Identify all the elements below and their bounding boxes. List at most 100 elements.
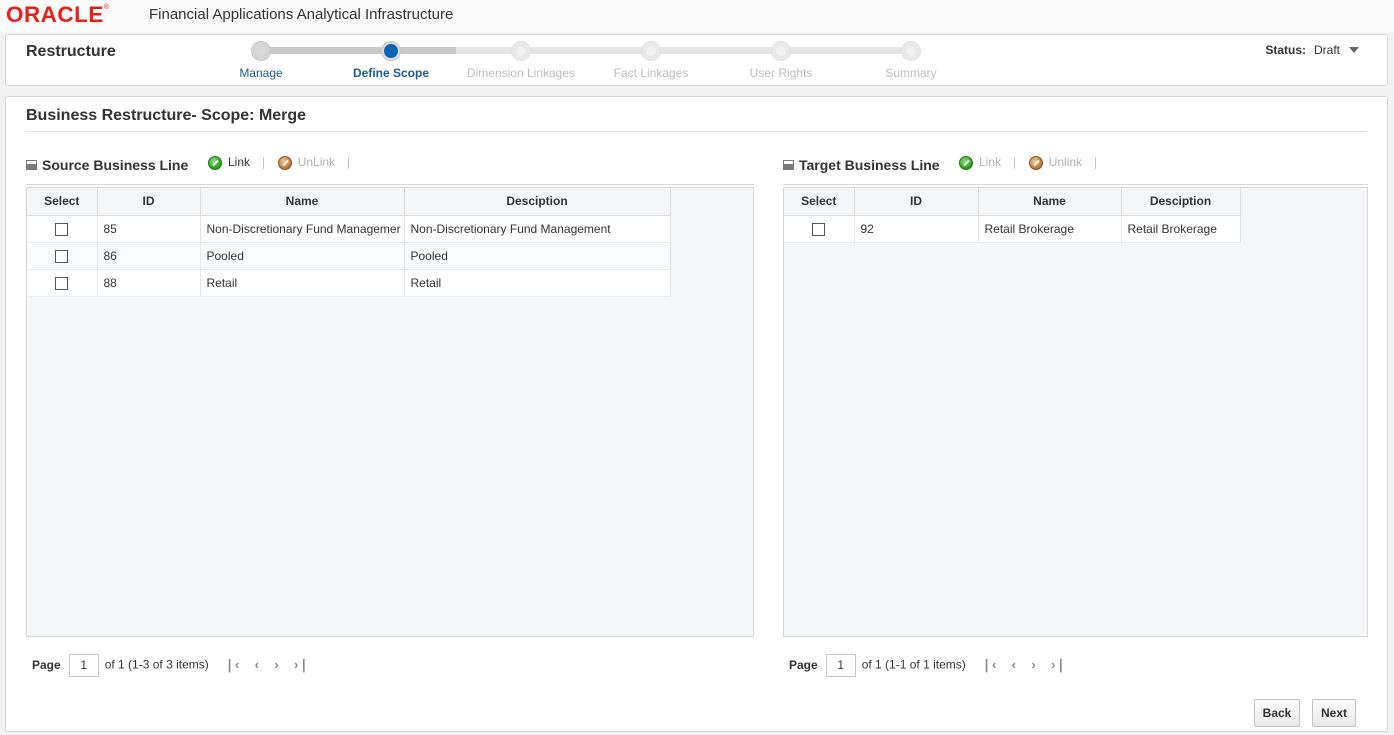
source-section-header[interactable]: Source Business Line bbox=[26, 157, 188, 173]
column-header-select: Select bbox=[27, 188, 98, 216]
train-title: Restructure bbox=[26, 43, 116, 60]
description-cell: Pooled bbox=[404, 242, 671, 270]
train-stop-summary bbox=[901, 41, 921, 61]
link-icon bbox=[208, 156, 222, 171]
select-cell bbox=[27, 242, 98, 270]
source-table: Select ID Name Desciption 85 Non-Discret… bbox=[26, 187, 754, 637]
divider bbox=[783, 184, 1368, 185]
column-header-name[interactable]: Name bbox=[200, 188, 405, 216]
table-header-row: Select ID Name Desciption bbox=[784, 188, 1241, 216]
id-cell: 88 bbox=[97, 269, 201, 297]
collapse-icon[interactable] bbox=[26, 160, 37, 171]
name-cell: Pooled bbox=[200, 242, 405, 270]
select-cell bbox=[784, 215, 855, 243]
source-pager: Page 1 of 1 (1-3 of 3 items) ❘‹ ‹ › ›❘ bbox=[32, 654, 309, 677]
page-number-input[interactable]: 1 bbox=[68, 654, 99, 677]
app-header: ORACLE® Financial Applications Analytica… bbox=[0, 0, 1394, 32]
train-stop-fact-linkages bbox=[641, 41, 661, 61]
source-section-title: Source Business Line bbox=[42, 157, 189, 173]
page-number-input[interactable]: 1 bbox=[825, 654, 856, 677]
app-title: Financial Applications Analytical Infras… bbox=[149, 6, 454, 23]
description-cell: Retail Brokerage bbox=[1121, 215, 1241, 243]
name-cell: Retail Brokerage bbox=[978, 215, 1122, 243]
oracle-logo: ORACLE® bbox=[6, 2, 110, 27]
status-value: Draft bbox=[1313, 43, 1340, 57]
table-header-row: Select ID Name Desciption bbox=[27, 188, 671, 216]
status-dropdown[interactable]: Status: Draft bbox=[1265, 43, 1359, 57]
target-pager: Page 1 of 1 (1-1 of 1 items) ❘‹ ‹ › ›❘ bbox=[789, 654, 1066, 677]
pager-items-text: (1-3 of 3 items) bbox=[128, 657, 209, 672]
table-row[interactable]: 85 Non-Discretionary Fund Managemer Non-… bbox=[27, 215, 671, 243]
id-cell: 86 bbox=[97, 242, 201, 270]
next-page-icon[interactable]: › bbox=[274, 657, 278, 672]
description-cell: Retail bbox=[404, 269, 671, 297]
column-header-description[interactable]: Desciption bbox=[1121, 188, 1241, 216]
divider bbox=[26, 131, 1367, 132]
page-title: Business Restructure- Scope: Merge bbox=[26, 107, 307, 124]
select-cell bbox=[27, 269, 98, 297]
table-row[interactable]: 92 Retail Brokerage Retail Brokerage bbox=[784, 215, 1241, 243]
row-checkbox[interactable] bbox=[55, 249, 69, 263]
next-button[interactable]: Next bbox=[1312, 699, 1356, 727]
id-cell: 92 bbox=[854, 215, 979, 243]
table-row[interactable]: 86 Pooled Pooled bbox=[27, 242, 671, 270]
first-page-icon[interactable]: ❘‹ bbox=[981, 657, 996, 673]
pager-label: Page bbox=[32, 657, 61, 672]
train-label-manage[interactable]: Manage bbox=[196, 66, 326, 80]
train-stop-define-scope[interactable] bbox=[381, 41, 401, 61]
train-track-done bbox=[261, 47, 456, 54]
last-page-icon[interactable]: ›❘ bbox=[294, 657, 309, 673]
row-checkbox[interactable] bbox=[55, 276, 69, 290]
train-stop-dimension-linkages bbox=[511, 41, 531, 61]
target-link-button[interactable]: Link bbox=[959, 155, 1001, 171]
unlink-icon bbox=[1028, 156, 1043, 171]
column-header-id[interactable]: ID bbox=[97, 188, 201, 216]
train-label-fact-linkages: Fact Linkages bbox=[613, 66, 689, 80]
train-panel: Restructure Manage Define Scope Dimensio… bbox=[5, 34, 1388, 86]
next-page-icon[interactable]: › bbox=[1031, 657, 1035, 672]
train-label-dimension-linkages: Dimension Linkages bbox=[466, 66, 576, 80]
chevron-down-icon[interactable] bbox=[1349, 46, 1359, 53]
table-row[interactable]: 88 Retail Retail bbox=[27, 269, 671, 297]
pager-items-text: (1-1 of 1 items) bbox=[885, 657, 966, 672]
toolbar-separator bbox=[1014, 156, 1016, 169]
target-unlink-button[interactable]: Unlink bbox=[1028, 155, 1082, 171]
column-header-name[interactable]: Name bbox=[978, 188, 1122, 216]
train-label-summary: Summary bbox=[885, 66, 937, 80]
name-cell: Non-Discretionary Fund Managemer bbox=[200, 215, 405, 243]
toolbar-separator bbox=[1095, 156, 1097, 169]
source-link-button[interactable]: Link bbox=[208, 155, 250, 171]
last-page-icon[interactable]: ›❘ bbox=[1051, 657, 1066, 673]
select-cell bbox=[27, 215, 98, 243]
pager-of-text: of 1 bbox=[861, 657, 882, 672]
link-icon bbox=[959, 156, 973, 171]
train-label-define-scope[interactable]: Define Scope bbox=[326, 66, 456, 80]
train-label-user-rights: User Rights bbox=[749, 66, 813, 80]
description-cell: Non-Discretionary Fund Management bbox=[404, 215, 671, 243]
unlink-icon bbox=[277, 156, 292, 171]
main-panel: Business Restructure- Scope: Merge Sourc… bbox=[5, 96, 1388, 732]
pager-label: Page bbox=[789, 657, 818, 672]
first-page-icon[interactable]: ❘‹ bbox=[224, 657, 239, 673]
row-checkbox[interactable] bbox=[812, 222, 826, 236]
target-toolbar: Link Unlink bbox=[959, 155, 1106, 171]
source-toolbar: Link UnLink bbox=[208, 155, 359, 171]
toolbar-separator bbox=[263, 156, 265, 169]
train-stop-manage[interactable] bbox=[251, 41, 271, 61]
pager-of-text: of 1 bbox=[104, 657, 125, 672]
column-header-id[interactable]: ID bbox=[854, 188, 979, 216]
source-unlink-button[interactable]: UnLink bbox=[277, 155, 335, 171]
prev-page-icon[interactable]: ‹ bbox=[1012, 657, 1016, 672]
row-checkbox[interactable] bbox=[55, 222, 69, 236]
column-header-select: Select bbox=[784, 188, 855, 216]
name-cell: Retail bbox=[200, 269, 405, 297]
target-table: Select ID Name Desciption 92 Retail Brok… bbox=[783, 187, 1368, 637]
collapse-icon[interactable] bbox=[783, 160, 794, 171]
toolbar-separator bbox=[348, 156, 350, 169]
back-button[interactable]: Back bbox=[1254, 699, 1300, 727]
column-header-description[interactable]: Desciption bbox=[404, 188, 671, 216]
prev-page-icon[interactable]: ‹ bbox=[255, 657, 259, 672]
target-section-title: Target Business Line bbox=[799, 157, 940, 173]
target-section-header[interactable]: Target Business Line bbox=[783, 157, 940, 173]
status-label: Status: bbox=[1265, 43, 1306, 57]
